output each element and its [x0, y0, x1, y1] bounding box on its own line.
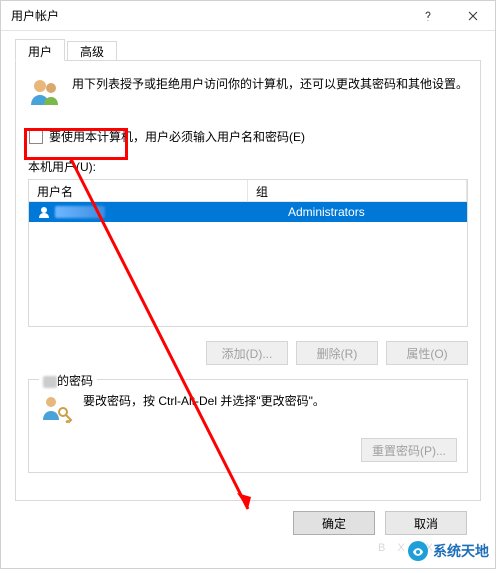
- password-info-row: 要改密码，按 Ctrl-Alt-Del 并选择"更改密码"。: [39, 392, 457, 426]
- titlebar: 用户帐户: [1, 1, 495, 31]
- intro-text: 用下列表授予或拒绝用户访问你的计算机，还可以更改其密码和其他设置。: [72, 75, 468, 94]
- header-username[interactable]: 用户名: [29, 180, 248, 202]
- watermark: 系统天地: [407, 540, 489, 562]
- dialog-button-row: 确定 取消: [15, 501, 481, 535]
- username-redacted: [55, 206, 105, 218]
- password-group-legend: 的密码: [39, 372, 97, 389]
- users-listview[interactable]: 用户名 组 Administrators: [28, 179, 468, 327]
- key-icon: [39, 392, 73, 426]
- require-password-checkbox-row[interactable]: 要使用本计算机，用户必须输入用户名和密码(E): [26, 123, 468, 150]
- remove-button[interactable]: 删除(R): [296, 341, 378, 365]
- users-icon: [28, 75, 62, 109]
- close-button[interactable]: [450, 1, 495, 31]
- help-button[interactable]: [405, 1, 450, 31]
- user-buttons-row: 添加(D)... 删除(R) 属性(O): [28, 341, 468, 365]
- password-group: 的密码 要改密码，按 Ctrl-Alt-Del 并选择"更改密码"。 重: [28, 379, 468, 473]
- tab-strip: 用户 高级: [15, 39, 481, 61]
- password-text: 要改密码，按 Ctrl-Alt-Del 并选择"更改密码"。: [83, 392, 325, 411]
- local-users-label: 本机用户(U):: [28, 158, 468, 175]
- add-button[interactable]: 添加(D)...: [206, 341, 288, 365]
- watermark-icon: [407, 540, 429, 562]
- ok-button[interactable]: 确定: [293, 511, 375, 535]
- watermark-text: 系统天地: [433, 541, 489, 561]
- require-password-label: 要使用本计算机，用户必须输入用户名和密码(E): [49, 128, 305, 145]
- cell-group: Administrators: [248, 205, 467, 219]
- titlebar-buttons: [405, 1, 495, 30]
- user-icon: [37, 205, 51, 219]
- properties-button[interactable]: 属性(O): [386, 341, 468, 365]
- tab-panel-users: 用下列表授予或拒绝用户访问你的计算机，还可以更改其密码和其他设置。 要使用本计算…: [15, 61, 481, 501]
- tab-advanced[interactable]: 高级: [67, 41, 117, 60]
- window-title: 用户帐户: [1, 7, 405, 24]
- tab-users[interactable]: 用户: [15, 39, 65, 61]
- require-password-checkbox[interactable]: [29, 130, 43, 144]
- reset-password-button[interactable]: 重置密码(P)...: [361, 438, 457, 462]
- user-accounts-dialog: 用户帐户 用户 高级: [0, 0, 496, 569]
- listview-header: 用户名 组: [29, 180, 467, 202]
- content-area: 用户 高级 用下列表授予或拒绝用户访问你的计算机，还可以更改其密码和其他设置。: [1, 31, 495, 545]
- header-group[interactable]: 组: [248, 180, 467, 202]
- password-button-row: 重置密码(P)...: [39, 438, 457, 462]
- legend-suffix: 的密码: [57, 374, 93, 388]
- table-row[interactable]: Administrators: [29, 202, 467, 222]
- username-redacted-legend: [43, 376, 57, 388]
- cell-username: [29, 205, 248, 219]
- cancel-button[interactable]: 取消: [385, 511, 467, 535]
- intro-row: 用下列表授予或拒绝用户访问你的计算机，还可以更改其密码和其他设置。: [28, 75, 468, 109]
